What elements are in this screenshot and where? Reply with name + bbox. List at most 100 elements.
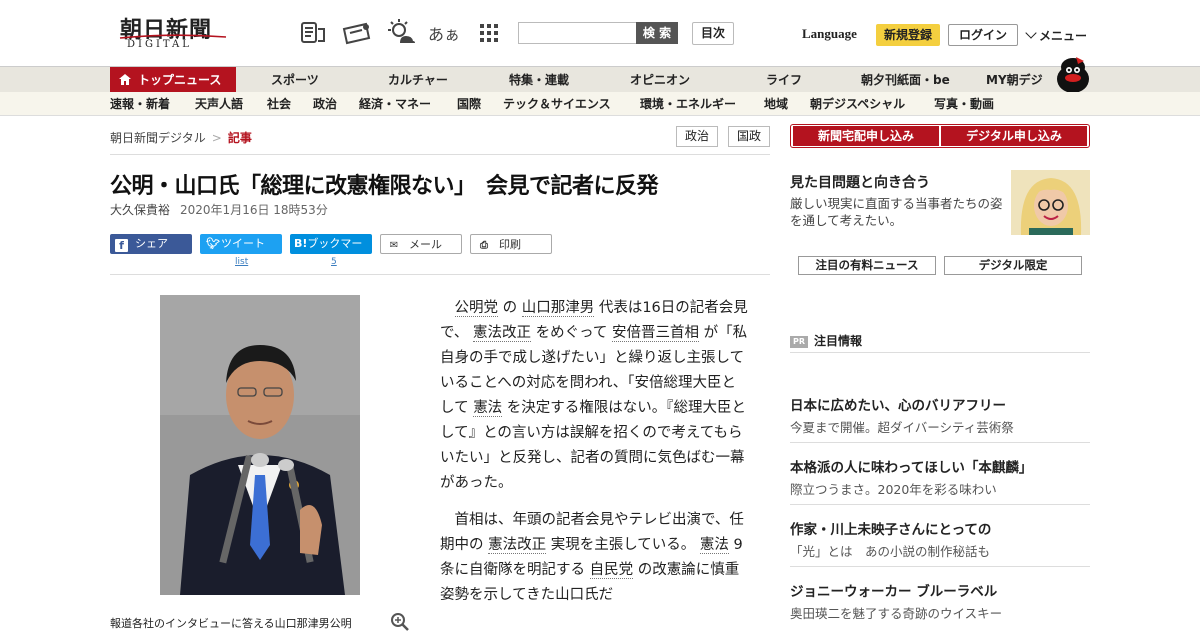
- language-link[interactable]: Language: [802, 26, 857, 42]
- hatena-bookmark-button[interactable]: B!ブックマーク: [290, 234, 372, 270]
- pr-item-sub[interactable]: 奥田瑛二を魅了する奇跡のウイスキー: [790, 603, 1002, 622]
- nav-tech-science[interactable]: テック＆サイエンス: [503, 92, 611, 116]
- divider: [790, 442, 1090, 443]
- pr-item-title[interactable]: 日本に広めたい、心のバリアフリー: [790, 394, 1006, 414]
- nav-asadigi-special[interactable]: 朝デジスペシャル: [810, 92, 905, 116]
- promo-text[interactable]: 厳しい現実に直面する当事者たちの姿を通して考えたい。: [790, 195, 1008, 229]
- font-size-label: あぁ: [428, 25, 461, 44]
- divider: [790, 352, 1090, 353]
- nav-my-asadigi[interactable]: MY朝デジ: [986, 67, 1043, 93]
- keyword-link[interactable]: 憲法改正: [488, 537, 547, 554]
- twitter-share-button[interactable]: 🐦︎ツイート: [200, 234, 282, 254]
- article-paragraph: 公明党 の 山口那津男 代表は16日の記者会見で、 憲法改正 をめぐって 安倍晋…: [440, 296, 750, 496]
- keyword-link[interactable]: 憲法改正: [473, 325, 532, 342]
- keyword-link[interactable]: 憲法: [699, 537, 729, 554]
- facebook-share-button[interactable]: f シェア: [110, 234, 192, 254]
- nav-region[interactable]: 地域: [764, 92, 788, 116]
- keyword-link[interactable]: 公明党: [454, 300, 498, 317]
- author[interactable]: 大久保貴裕: [110, 203, 170, 217]
- menu-button[interactable]: メニュー: [1025, 27, 1088, 44]
- article-photo[interactable]: [160, 295, 360, 595]
- register-button[interactable]: 新規登録: [876, 24, 940, 46]
- nav-newspaper-be[interactable]: 朝夕刊紙面・be: [861, 67, 950, 93]
- pr-badge: PR: [790, 335, 809, 348]
- pr-item-title[interactable]: ジョニーウォーカー ブルーラベル: [790, 580, 997, 600]
- font-size-icon[interactable]: あぁ: [428, 20, 460, 46]
- twitter-share-label: ツイート: [221, 237, 265, 250]
- mail-label: メール: [409, 238, 442, 251]
- pr-item-sub[interactable]: 今夏まで開催。超ダイバーシティ芸術祭: [790, 417, 1014, 436]
- site-header: 朝日新聞 DIGITAL あぁ 検 索 目次 Language 新規登録 ログイ…: [0, 0, 1200, 66]
- login-button[interactable]: ログイン: [948, 24, 1018, 46]
- print-icon: ⎙: [480, 240, 488, 251]
- tab-digital-only[interactable]: デジタル限定: [944, 256, 1082, 275]
- divider: [790, 504, 1090, 505]
- subscribe-paper-button[interactable]: 新聞宅配申し込み: [793, 126, 939, 146]
- divider: [110, 154, 770, 155]
- mascot-icon: [1057, 57, 1089, 93]
- keyword-link[interactable]: 自民党: [589, 562, 634, 579]
- twitter-count[interactable]: list: [235, 257, 248, 267]
- breadcrumb-separator: >: [211, 131, 222, 145]
- nav-society[interactable]: 社会: [267, 92, 291, 116]
- search-button[interactable]: 検 索: [636, 22, 678, 44]
- site-logo-digital: DIGITAL: [127, 39, 192, 50]
- nav-sports[interactable]: スポーツ: [271, 67, 319, 93]
- publish-date: 2020年1月16日 18時53分: [180, 203, 328, 217]
- pr-item-title[interactable]: 作家・川上未映子さんにとっての: [790, 518, 991, 538]
- keyword-link[interactable]: 安倍晋三首相: [612, 325, 700, 342]
- promo-title[interactable]: 見た目問題と向き合う: [790, 172, 930, 192]
- nav-opinion[interactable]: オピニオン: [630, 67, 690, 93]
- grid-icon[interactable]: [476, 20, 502, 46]
- search-input[interactable]: [518, 22, 636, 44]
- print-button[interactable]: ⎙ 印刷: [470, 234, 552, 254]
- nav-life[interactable]: ライフ: [766, 67, 802, 93]
- chevron-down-icon: [1025, 27, 1037, 39]
- text: をめぐって: [531, 325, 613, 341]
- menu-label: メニュー: [1039, 29, 1088, 43]
- home-icon: [119, 74, 131, 85]
- weather-icon[interactable]: [386, 19, 416, 46]
- breadcrumb-current: 記事: [227, 131, 252, 145]
- zoom-icon[interactable]: [390, 612, 410, 632]
- text: 実現を主張している。: [546, 537, 700, 553]
- nav-politics[interactable]: 政治: [313, 92, 337, 116]
- divider: [110, 274, 770, 275]
- hatena-count[interactable]: 5: [331, 257, 337, 267]
- newspaper-icon[interactable]: [300, 20, 326, 46]
- nav-top-news[interactable]: トップニュース: [110, 67, 236, 93]
- print-label: 印刷: [499, 238, 521, 251]
- hatena-icon: B!: [294, 237, 308, 250]
- subscribe-digital-button[interactable]: デジタル申し込み: [941, 126, 1087, 146]
- nav-culture[interactable]: カルチャー: [388, 67, 448, 93]
- keyword-link[interactable]: 山口那津男: [521, 300, 595, 317]
- tag-politics[interactable]: 政治: [676, 126, 718, 147]
- nav-economy[interactable]: 経済・マネー: [359, 92, 431, 116]
- breadcrumb: 朝日新聞デジタル > 記事: [110, 129, 252, 146]
- ticket-icon[interactable]: [342, 20, 372, 46]
- breadcrumb-home[interactable]: 朝日新聞デジタル: [110, 131, 206, 145]
- primary-nav: トップニュース スポーツ カルチャー 特集・連載 オピニオン ライフ 朝夕刊紙面…: [0, 57, 1200, 93]
- pr-item-sub[interactable]: 「光」とは あの小説の制作秘話も: [790, 541, 990, 560]
- pr-item-sub[interactable]: 際立つうまさ。2020年を彩る味わい: [790, 479, 997, 498]
- mail-button[interactable]: ✉ メール: [380, 234, 462, 254]
- promo-image[interactable]: [1011, 170, 1090, 235]
- twitter-icon: 🐦︎: [206, 237, 220, 250]
- nav-environment[interactable]: 環境・エネルギー: [640, 92, 736, 116]
- nav-international[interactable]: 国際: [457, 92, 481, 116]
- keyword-link[interactable]: 憲法: [473, 400, 503, 417]
- nav-photo-video[interactable]: 写真・動画: [934, 92, 994, 116]
- nav-features[interactable]: 特集・連載: [509, 67, 569, 93]
- tab-paid-news[interactable]: 注目の有料ニュース: [798, 256, 936, 275]
- nav-tensei-jingo[interactable]: 天声人語: [195, 92, 243, 116]
- pr-label: 注目情報: [814, 334, 863, 348]
- facebook-share-label: シェア: [135, 237, 168, 250]
- mail-icon: ✉: [389, 240, 399, 251]
- toc-button[interactable]: 目次: [692, 22, 734, 45]
- article-headline: 公明・山口氏「総理に改憲権限ない」 会見で記者に反発: [110, 174, 659, 199]
- promo-illustration: [1011, 170, 1090, 235]
- nav-breaking[interactable]: 速報・新着: [110, 92, 170, 116]
- pr-item-title[interactable]: 本格派の人に味わってほしい「本麒麟」: [790, 456, 1032, 476]
- tag-national[interactable]: 国政: [728, 126, 770, 147]
- facebook-icon: f: [115, 239, 128, 252]
